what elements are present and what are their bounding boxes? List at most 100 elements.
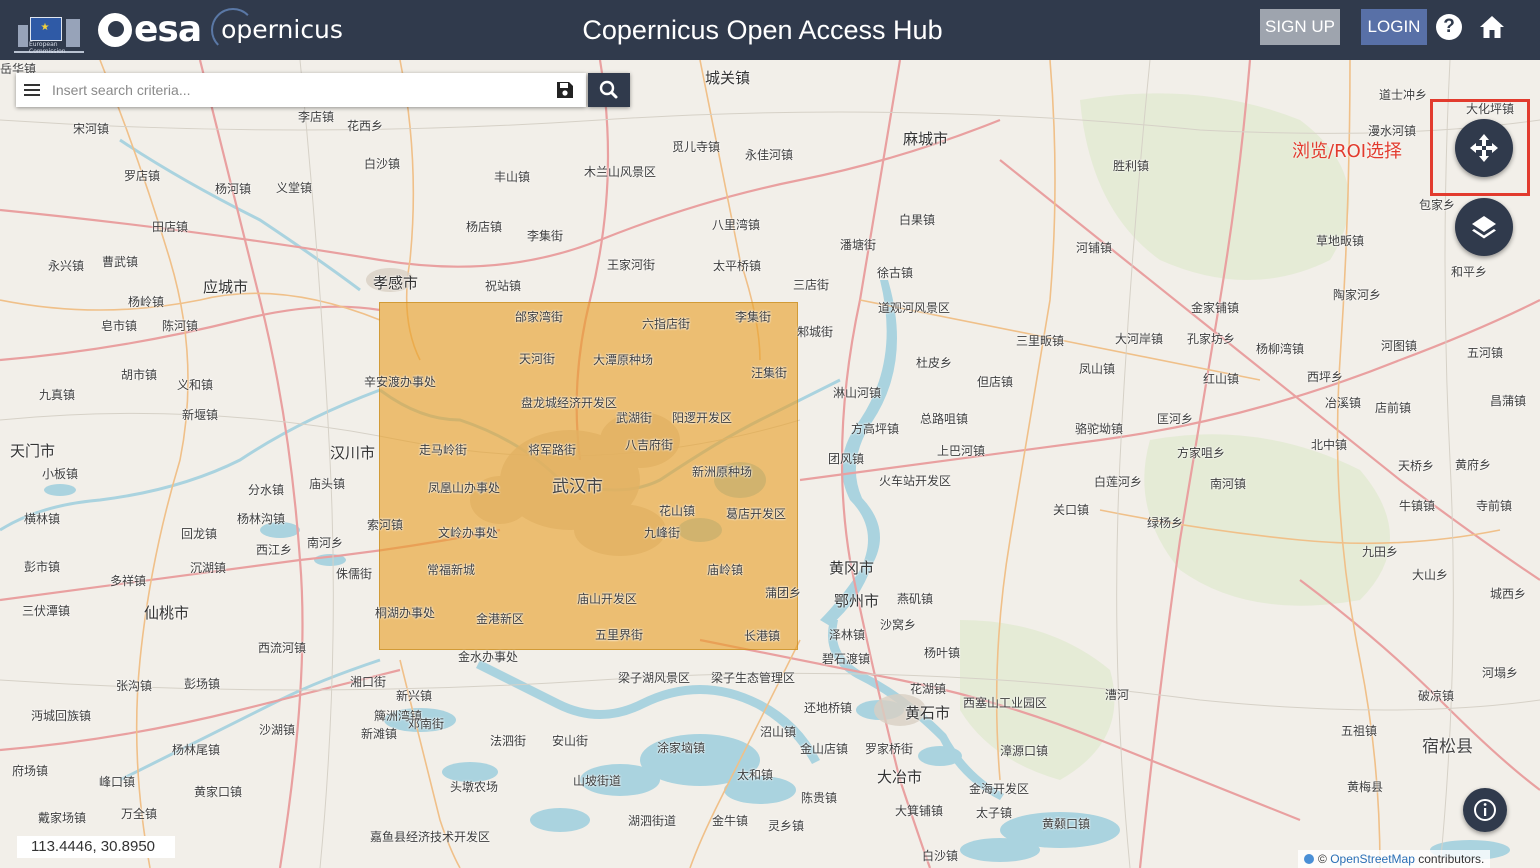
place-label: 大冶市 (877, 768, 923, 786)
place-label: 安山街 (552, 734, 589, 748)
place-label: 西坪乡 (1307, 370, 1344, 384)
place-label: 分水镇 (248, 483, 285, 497)
place-label: 潘塘街 (840, 238, 877, 252)
place-label: 寺前镇 (1476, 499, 1513, 513)
place-label: 多祥镇 (110, 574, 147, 588)
place-label: 头墩农场 (450, 780, 499, 794)
menu-icon[interactable] (24, 82, 40, 98)
place-label: 汪集街 (751, 366, 788, 380)
move-arrows-icon (1470, 134, 1498, 162)
pan-roi-annotation: 浏览/ROI选择 (1292, 141, 1403, 162)
layers-button[interactable] (1455, 198, 1513, 256)
place-label: 金家铺镇 (1191, 301, 1240, 315)
place-label: 万全镇 (121, 807, 158, 821)
place-label: 花湖镇 (910, 682, 947, 696)
place-label: 新滩镇 (361, 727, 398, 741)
place-label: 白果镇 (899, 213, 936, 227)
place-label: 辛安渡办事处 (364, 375, 437, 389)
place-label: 索河镇 (367, 518, 404, 532)
place-label: 杨林尾镇 (172, 743, 221, 757)
place-label: 曹武镇 (102, 255, 139, 269)
place-label: 金港新区 (476, 612, 525, 626)
place-label: 八吉府街 (625, 438, 674, 452)
place-label: 新堰镇 (182, 408, 219, 422)
place-label: 皂市镇 (101, 319, 138, 333)
search-input[interactable] (52, 73, 542, 107)
place-label: 盘龙城经济开发区 (521, 396, 618, 410)
place-label: 店前镇 (1375, 401, 1412, 415)
place-label: 南河镇 (1210, 477, 1247, 491)
place-label: 徐古镇 (877, 266, 914, 280)
place-label: 灵乡镇 (768, 819, 805, 833)
place-label: 白莲河乡 (1094, 475, 1143, 489)
place-label: 漕河 (1105, 688, 1130, 702)
place-label: 花西乡 (347, 119, 384, 133)
place-label: 将军路街 (528, 443, 577, 457)
place-label: 六指店街 (642, 317, 691, 331)
place-label: 但店镇 (977, 375, 1014, 389)
osm-logo-icon (1304, 854, 1314, 864)
place-label: 天河街 (519, 352, 556, 366)
place-label: 李集街 (735, 310, 772, 324)
home-icon[interactable] (1478, 13, 1506, 41)
place-label: 凤山镇 (1079, 362, 1116, 376)
place-label: 新兴镇 (396, 689, 433, 703)
place-label: 大河岸镇 (1115, 332, 1164, 346)
place-label: 天门市 (10, 442, 56, 460)
place-label: 张沟镇 (116, 679, 153, 693)
place-label: 金水办事处 (458, 650, 519, 664)
place-label: 麻城市 (903, 130, 949, 148)
place-label: 杨岭镇 (128, 295, 165, 309)
info-button[interactable] (1463, 788, 1507, 832)
place-label: 五祖镇 (1341, 724, 1378, 738)
place-label: 应城市 (203, 278, 249, 296)
place-label: 淋山河镇 (833, 386, 882, 400)
place-label: 仙桃市 (144, 604, 190, 622)
place-label: 走马岭街 (419, 443, 468, 457)
place-label: 杨叶镇 (924, 646, 961, 660)
save-icon[interactable] (556, 81, 574, 99)
place-label: 西塞山工业园区 (963, 696, 1048, 710)
place-label: 沙窝乡 (880, 618, 917, 632)
place-label: 九峰街 (644, 526, 681, 540)
place-label: 金山店镇 (800, 742, 849, 756)
login-button[interactable]: LOGIN (1361, 9, 1427, 45)
place-label: 南河乡 (307, 536, 344, 550)
place-label: 孝感市 (373, 274, 419, 292)
place-label: 道士冲乡 (1379, 88, 1428, 102)
place-label: 花山镇 (659, 504, 696, 518)
layers-icon (1472, 216, 1496, 239)
place-label: 太平桥镇 (713, 259, 762, 273)
place-label: 道观河风景区 (878, 301, 951, 315)
place-label: 戴家场镇 (38, 811, 87, 825)
place-label: 西流河镇 (258, 641, 307, 655)
place-label: 牛镇镇 (1399, 499, 1436, 513)
place-label: 漳源口镇 (1000, 744, 1049, 758)
place-label: 燕矶镇 (897, 592, 934, 606)
top-header: ★ European Commission esa opernicus Cope… (0, 0, 1540, 60)
pan-roi-tool-button[interactable] (1455, 119, 1513, 177)
sign-up-button[interactable]: SIGN UP (1260, 9, 1340, 45)
place-label: 丰山镇 (494, 170, 531, 184)
place-label: 九真镇 (39, 388, 76, 402)
place-label: 太子镇 (976, 806, 1013, 820)
help-icon[interactable]: ? (1436, 14, 1462, 40)
place-label: 白沙镇 (922, 849, 959, 863)
place-label: 天桥乡 (1398, 459, 1435, 473)
place-label: 方家咀乡 (1177, 446, 1226, 460)
place-label: 还地桥镇 (804, 701, 853, 715)
search-button[interactable] (588, 73, 630, 107)
openstreetmap-link[interactable]: OpenStreetMap (1330, 852, 1415, 866)
place-label: 长港镇 (744, 629, 781, 643)
search-bar (16, 73, 586, 107)
place-label: 杨林沟镇 (237, 512, 286, 526)
map-canvas[interactable]: 宋河镇 罗店镇 杨河镇 义堂镇 田店镇 曹武镇 永兴镇 应城市 杨岭镇 皂市镇 陈河镇 胡市镇 义和镇九… (0, 60, 1540, 868)
place-label: 常福新城 (427, 563, 476, 577)
place-label: 黄颡口镇 (1042, 817, 1091, 831)
place-label: 田店镇 (152, 220, 189, 234)
place-label: 红山镇 (1203, 372, 1240, 386)
place-label: 金牛镇 (712, 814, 749, 828)
place-label: 陈河镇 (162, 319, 199, 333)
place-label: 冶溪镇 (1325, 396, 1362, 410)
place-label: 阳逻开发区 (672, 411, 733, 425)
